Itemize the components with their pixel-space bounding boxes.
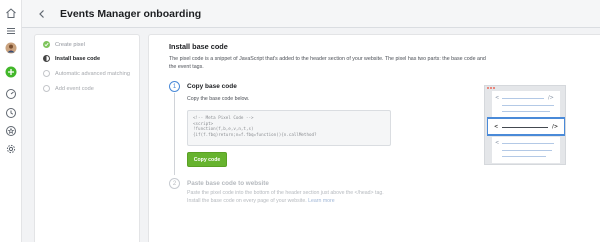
settings-icon[interactable]: [5, 143, 17, 155]
main-panel: Install base code The pixel code is a sn…: [148, 34, 600, 242]
copy-code-button[interactable]: Copy code: [187, 152, 227, 167]
home-icon[interactable]: [5, 7, 17, 19]
check-icon: [43, 41, 50, 48]
step1-description: Copy the base code below.: [187, 96, 250, 102]
page-title: Events Manager onboarding: [60, 7, 202, 20]
learn-more-link[interactable]: Learn more: [308, 198, 335, 204]
chevron-left-icon: [39, 9, 44, 18]
illustration-header-pane: < />: [487, 117, 565, 136]
back-button[interactable]: [33, 5, 51, 23]
avatar[interactable]: [5, 42, 17, 54]
step-label: Install base code: [55, 55, 101, 62]
step-create-pixel[interactable]: Create pixel: [43, 41, 85, 48]
star-icon[interactable]: [5, 125, 17, 137]
step-number-2: 2: [169, 178, 180, 189]
step-number-1: 1: [169, 81, 180, 92]
page-header: Events Manager onboarding: [22, 0, 600, 28]
bracket-open: <: [494, 124, 499, 130]
code-line: {if(f.fbq)return;n=f.fbq=function(){n.ca…: [193, 131, 317, 137]
step-connector-line: [174, 93, 175, 175]
illustration-pane: <: [492, 137, 560, 163]
left-nav-rail: [0, 0, 22, 242]
step1-title: Copy base code: [187, 83, 237, 90]
section-title: Install base code: [169, 42, 228, 51]
step-add-event-code[interactable]: Add event code: [43, 85, 94, 92]
clock-icon[interactable]: [5, 107, 17, 119]
create-icon[interactable]: [5, 66, 17, 78]
empty-circle-icon: [43, 85, 50, 92]
illustration-pane: < />: [492, 91, 560, 118]
step2-title: Paste base code to website: [187, 180, 269, 187]
steps-panel: Create pixel Install base code Automatic…: [34, 34, 140, 242]
step-automatic-advanced-matching[interactable]: Automatic advanced matching: [43, 70, 130, 77]
dashboard-icon[interactable]: [5, 88, 17, 100]
bracket-close: />: [552, 124, 559, 130]
step2-text: Paste the pixel code into the bottom of …: [187, 190, 384, 204]
empty-circle-icon: [43, 70, 50, 77]
step-install-base-code[interactable]: Install base code: [43, 55, 100, 62]
step-label: Automatic advanced matching: [55, 70, 130, 77]
base-code-box[interactable]: <!-- Meta Pixel Code --> <script> !funct…: [187, 110, 391, 146]
bracket-close: />: [548, 95, 554, 101]
step-label: Create pixel: [55, 41, 85, 48]
bracket-open: <: [495, 95, 500, 101]
menu-icon[interactable]: [5, 25, 17, 37]
half-progress-icon: [43, 55, 50, 62]
step-label: Add event code: [55, 85, 94, 92]
bracket-open: <: [495, 140, 500, 146]
step2-description: Paste the pixel code into the bottom of …: [187, 190, 387, 205]
window-dots: [487, 87, 495, 89]
section-description: The pixel code is a snippet of JavaScrip…: [169, 56, 486, 70]
website-illustration: < /> < /> <: [484, 85, 566, 165]
